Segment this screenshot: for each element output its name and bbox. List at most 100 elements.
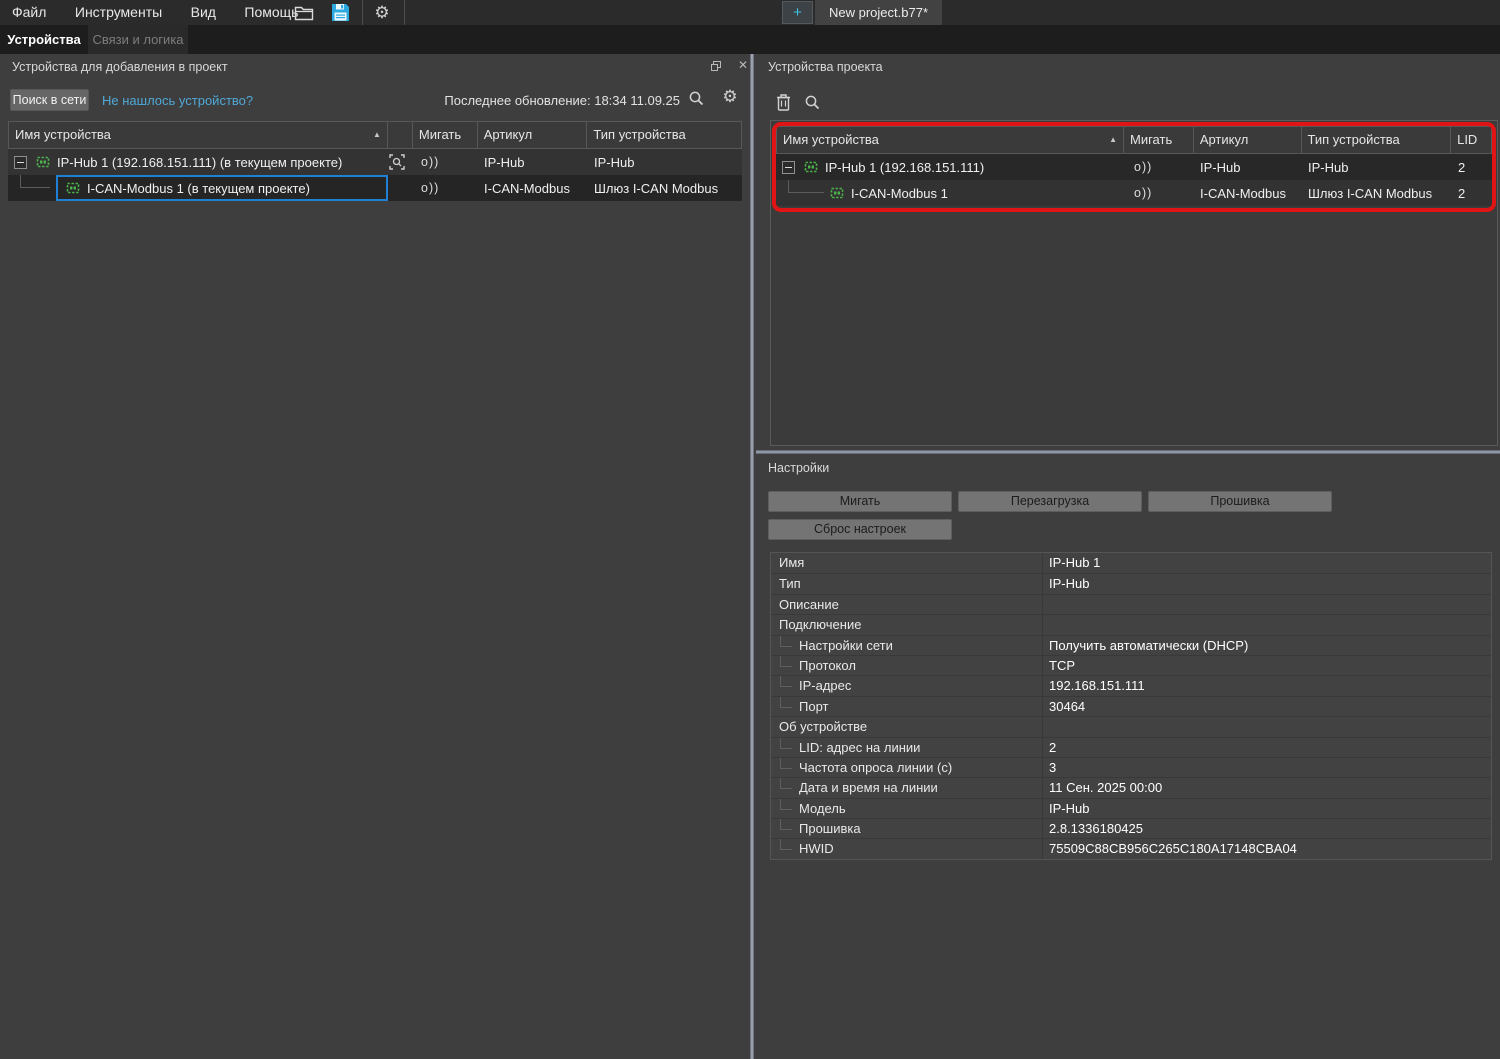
scan-icon[interactable] bbox=[388, 149, 413, 175]
menu-file[interactable]: Файл bbox=[0, 0, 58, 25]
tab-devices[interactable]: Устройства bbox=[0, 25, 88, 54]
toolbar-separator bbox=[362, 0, 363, 25]
menu-tools[interactable]: Инструменты bbox=[63, 0, 174, 25]
panel-title: Устройства проекта bbox=[768, 60, 883, 74]
device-name: IP-Hub 1 (192.168.151.111) (в текущем пр… bbox=[57, 155, 342, 170]
property-row: Порт 30464 bbox=[771, 696, 1491, 716]
project-tab[interactable]: New project.b77* bbox=[815, 0, 942, 25]
blink-signal-icon[interactable]: о)) bbox=[413, 175, 478, 201]
tree-branch-line bbox=[20, 175, 50, 188]
network-search-button[interactable]: Поиск в сети bbox=[10, 89, 89, 111]
property-value: 2.8.1336180425 bbox=[1043, 819, 1491, 838]
device-article: IP-Hub bbox=[478, 149, 588, 175]
table-row[interactable]: I-CAN-Modbus 1 (в текущем проекте) о)) I… bbox=[8, 175, 742, 201]
save-icon[interactable] bbox=[328, 2, 352, 23]
blink-signal-icon[interactable]: о)) bbox=[1124, 154, 1194, 180]
menu-bar: Файл Инструменты Вид Помощь ⚙ + New proj… bbox=[0, 0, 1500, 25]
firmware-button[interactable]: Прошивка bbox=[1148, 491, 1332, 512]
device-name: I-CAN-Modbus 1 (в текущем проекте) bbox=[87, 181, 310, 196]
vertical-splitter[interactable] bbox=[750, 54, 754, 1059]
reboot-button[interactable]: Перезагрузка bbox=[958, 491, 1142, 512]
open-folder-icon[interactable] bbox=[292, 2, 316, 23]
device-not-found-link[interactable]: Не нашлось устройство? bbox=[102, 93, 253, 108]
property-row: Прошивка 2.8.1336180425 bbox=[771, 818, 1491, 838]
device-name: IP-Hub 1 (192.168.151.111) bbox=[825, 160, 984, 175]
table-row[interactable]: I-CAN-Modbus 1 о)) I-CAN-Modbus Шлюз I-C… bbox=[776, 180, 1492, 206]
float-panel-icon[interactable] bbox=[711, 61, 721, 71]
column-header-article[interactable]: Артикул bbox=[1194, 127, 1302, 153]
property-value[interactable]: 2 bbox=[1043, 738, 1491, 757]
device-type: IP-Hub bbox=[1302, 154, 1452, 180]
blink-signal-icon[interactable]: о)) bbox=[1124, 180, 1194, 206]
collapse-expander-icon[interactable] bbox=[782, 161, 795, 174]
panel-title: Устройства для добавления в проект bbox=[12, 60, 228, 74]
property-label: LID: адрес на линии bbox=[771, 738, 1043, 757]
property-row: Протокол TCP bbox=[771, 655, 1491, 675]
property-row: Имя IP-Hub 1 bbox=[771, 553, 1491, 573]
property-value[interactable]: 3 bbox=[1043, 758, 1491, 777]
property-row: HWID 75509C88CB956C265C180A17148CBA04 bbox=[771, 838, 1491, 858]
column-header-type[interactable]: Тип устройства bbox=[1302, 127, 1452, 153]
available-devices-table: Имя устройства ▲ Мигать Артикул Тип устр… bbox=[8, 121, 742, 201]
device-icon bbox=[36, 155, 50, 169]
table-header-row: Имя устройства ▲ Мигать Артикул Тип устр… bbox=[776, 126, 1492, 154]
tree-branch-line bbox=[788, 180, 824, 193]
column-header-type[interactable]: Тип устройства bbox=[587, 122, 741, 148]
gear-icon[interactable]: ⚙ bbox=[718, 86, 742, 107]
device-type: Шлюз I-CAN Modbus bbox=[1302, 180, 1452, 206]
trash-icon[interactable] bbox=[771, 91, 795, 112]
column-header-blink[interactable]: Мигать bbox=[1124, 127, 1194, 153]
column-header-empty[interactable] bbox=[388, 122, 413, 148]
property-value[interactable]: IP-Hub bbox=[1043, 574, 1491, 593]
table-row[interactable]: IP-Hub 1 (192.168.151.111) (в текущем пр… bbox=[8, 149, 742, 175]
property-value: 75509C88CB956C265C180A17148CBA04 bbox=[1043, 839, 1491, 858]
search-icon[interactable] bbox=[800, 92, 824, 113]
property-label: Модель bbox=[771, 799, 1043, 818]
property-value[interactable]: 30464 bbox=[1043, 697, 1491, 716]
horizontal-splitter[interactable] bbox=[756, 450, 1500, 454]
property-value bbox=[1043, 717, 1491, 736]
property-value[interactable] bbox=[1043, 595, 1491, 614]
property-label: Имя bbox=[771, 553, 1043, 573]
device-article: IP-Hub bbox=[1194, 154, 1302, 180]
property-value[interactable]: Получить автоматически (DHCP) bbox=[1043, 636, 1491, 655]
device-icon bbox=[804, 160, 818, 174]
property-label: IP-адрес bbox=[771, 676, 1043, 695]
column-header-article[interactable]: Артикул bbox=[478, 122, 588, 148]
device-lid: 2 bbox=[1452, 154, 1492, 180]
property-label: Прошивка bbox=[771, 819, 1043, 838]
table-row[interactable]: IP-Hub 1 (192.168.151.111) о)) IP-Hub IP… bbox=[776, 154, 1492, 180]
property-group-label: Подключение bbox=[771, 615, 1043, 634]
search-icon[interactable] bbox=[684, 88, 708, 109]
property-label: Описание bbox=[771, 595, 1043, 614]
collapse-expander-icon[interactable] bbox=[14, 156, 27, 169]
column-header-name[interactable]: Имя устройства ▲ bbox=[9, 122, 388, 148]
column-header-lid[interactable]: LID bbox=[1451, 127, 1491, 153]
column-header-blink[interactable]: Мигать bbox=[413, 122, 478, 148]
property-value[interactable]: 11 Сен. 2025 00:00 bbox=[1043, 778, 1491, 797]
close-panel-icon[interactable]: ✕ bbox=[738, 60, 748, 71]
property-row: Настройки сети Получить автоматически (D… bbox=[771, 635, 1491, 655]
menu-view[interactable]: Вид bbox=[179, 0, 228, 25]
blink-signal-icon[interactable]: о)) bbox=[413, 149, 478, 175]
property-label: Протокол bbox=[771, 656, 1043, 675]
property-value bbox=[1043, 615, 1491, 634]
column-header-name[interactable]: Имя устройства ▲ bbox=[777, 127, 1124, 153]
property-row: Частота опроса линии (с) 3 bbox=[771, 757, 1491, 777]
property-label: Настройки сети bbox=[771, 636, 1043, 655]
device-article: I-CAN-Modbus bbox=[1194, 180, 1302, 206]
device-lid: 2 bbox=[1452, 180, 1492, 206]
new-project-tab-button[interactable]: + bbox=[782, 1, 813, 24]
property-group-row: Подключение bbox=[771, 614, 1491, 634]
property-row: IP-адрес 192.168.151.111 bbox=[771, 675, 1491, 695]
selected-cell-outline[interactable]: I-CAN-Modbus 1 (в текущем проекте) bbox=[56, 175, 388, 201]
device-article: I-CAN-Modbus bbox=[478, 175, 588, 201]
sort-ascending-icon: ▲ bbox=[373, 122, 381, 148]
property-value[interactable]: TCP bbox=[1043, 656, 1491, 675]
property-value[interactable]: IP-Hub 1 bbox=[1043, 553, 1491, 573]
blink-button[interactable]: Мигать bbox=[768, 491, 952, 512]
property-value[interactable]: 192.168.151.111 bbox=[1043, 676, 1491, 695]
reset-settings-button[interactable]: Сброс настроек bbox=[768, 519, 952, 540]
gear-icon[interactable]: ⚙ bbox=[370, 2, 394, 23]
tab-links-logic[interactable]: Связи и логика bbox=[88, 25, 188, 54]
